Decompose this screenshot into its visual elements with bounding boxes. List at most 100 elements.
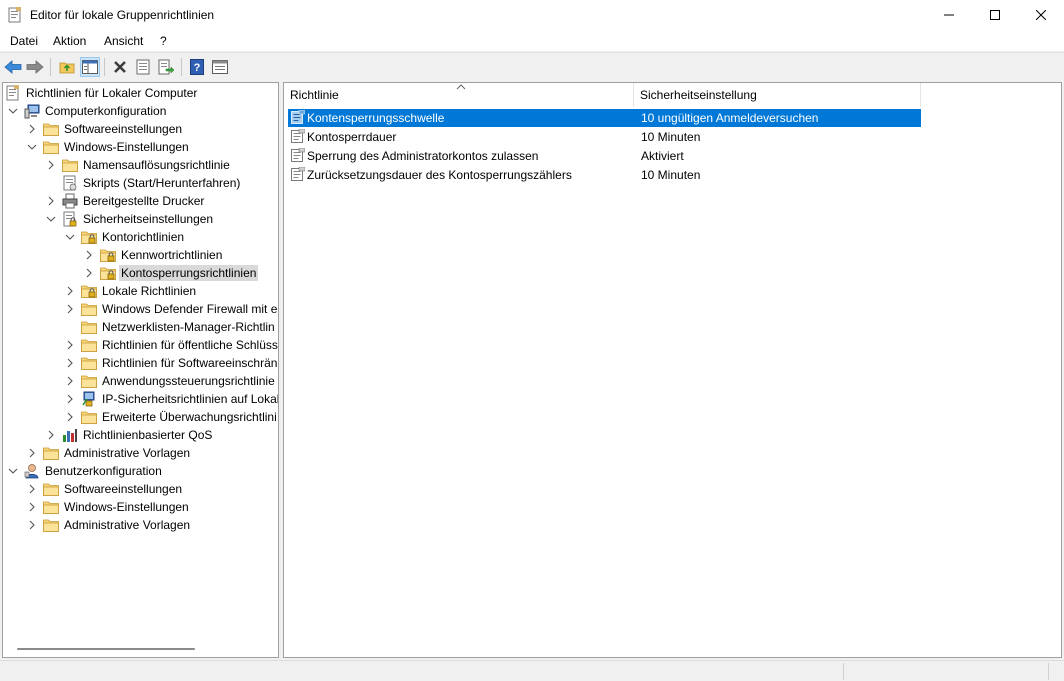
tree-item[interactable]: Windows-Einstellungen <box>26 498 191 516</box>
policy-setting-icon <box>291 166 306 181</box>
toolbar: ? <box>0 52 1064 80</box>
back-button[interactable] <box>3 57 23 77</box>
column-header-sicherheitseinstellung[interactable]: Sicherheitseinstellung <box>634 83 921 107</box>
folder-icon <box>62 157 78 173</box>
export-button[interactable] <box>156 57 176 77</box>
chevron-right-icon[interactable] <box>64 372 76 390</box>
policy-list-pane[interactable]: Richtlinie Sicherheitseinstellung Konten… <box>283 82 1062 658</box>
policy-name: Kontensperrungsschwelle <box>307 111 445 125</box>
policy-row[interactable]: Kontosperrdauer 10 Minuten <box>288 128 921 146</box>
tree-item[interactable]: Kontosperrungsrichtlinien <box>83 264 259 282</box>
tree-item[interactable]: Richtlinien für Lokaler Computer <box>5 84 199 102</box>
properties-button[interactable] <box>133 57 153 77</box>
menu-datei[interactable]: Datei <box>10 34 38 48</box>
menu-aktion[interactable]: Aktion <box>53 34 86 48</box>
help-icon: ? <box>190 59 204 75</box>
tree-item[interactable]: Richtlinienbasierter QoS <box>45 426 214 444</box>
chevron-right-icon[interactable] <box>64 300 76 318</box>
chevron-down-icon[interactable] <box>26 138 38 156</box>
tree-item[interactable]: Administrative Vorlagen <box>26 444 192 462</box>
tree-item[interactable]: Netzwerklisten-Manager-Richtlin <box>64 318 277 336</box>
chevron-down-icon[interactable] <box>7 102 19 120</box>
tree-item[interactable]: Richtlinien für Softwareeinschrän <box>64 354 278 372</box>
chevron-right-icon[interactable] <box>26 516 38 534</box>
tree-horizontal-scrollbar[interactable] <box>17 648 195 650</box>
chevron-right-icon[interactable] <box>64 282 76 300</box>
delete-button[interactable] <box>110 57 130 77</box>
policy-row[interactable]: Sperrung des Administratorkontos zulasse… <box>288 147 921 165</box>
policy-row[interactable]: Kontensperrungsschwelle 10 ungültigen Anm… <box>288 109 921 127</box>
tree-item[interactable]: Windows Defender Firewall mit er <box>64 300 278 318</box>
chevron-right-icon[interactable] <box>45 156 57 174</box>
chevron-right-icon[interactable] <box>45 192 57 210</box>
chevron-down-icon[interactable] <box>64 228 76 246</box>
tree-item[interactable]: Softwareeinstellungen <box>26 480 184 498</box>
tree-item[interactable]: Windows-Einstellungen <box>26 138 191 156</box>
up-folder-button[interactable] <box>57 57 77 77</box>
chevron-right-icon[interactable] <box>26 444 38 462</box>
folder-icon <box>81 319 97 335</box>
tree-item[interactable]: Computerkonfiguration <box>7 102 168 120</box>
gpedit-app-icon <box>8 7 22 23</box>
folder-icon <box>81 355 97 371</box>
tree-item[interactable]: Erweiterte Überwachungsrichtlini <box>64 408 278 426</box>
console-view-button[interactable] <box>210 57 230 77</box>
chevron-right-icon[interactable] <box>83 246 95 264</box>
tree-item[interactable]: Kontorichtlinien <box>64 228 186 246</box>
tree-item[interactable]: Richtlinien für öffentliche Schlüss <box>64 336 278 354</box>
tree-item[interactable]: Anwendungssteuerungsrichtlinie <box>64 372 277 390</box>
tree-item[interactable]: Administrative Vorlagen <box>26 516 192 534</box>
chevron-right-icon[interactable] <box>26 480 38 498</box>
chevron-right-icon[interactable] <box>64 408 76 426</box>
printer-icon <box>62 193 78 209</box>
show-hide-tree-icon <box>82 60 98 74</box>
chevron-right-icon[interactable] <box>64 336 76 354</box>
tree-item[interactable]: Namensauflösungsrichtlinie <box>45 156 232 174</box>
tree-item-label: Computerkonfiguration <box>45 104 167 118</box>
tree-item[interactable]: Lokale Richtlinien <box>64 282 198 300</box>
chevron-right-icon[interactable] <box>64 354 76 372</box>
tree-item[interactable]: Softwareeinstellungen <box>26 120 184 138</box>
folder-icon <box>81 301 97 317</box>
close-icon <box>1036 10 1046 20</box>
folder-icon <box>43 517 59 533</box>
chevron-down-icon[interactable] <box>7 462 19 480</box>
tree-item-label: Windows-Einstellungen <box>64 140 189 154</box>
tree-item[interactable]: Sicherheitseinstellungen <box>45 210 215 228</box>
menu-ansicht[interactable]: Ansicht <box>104 34 143 48</box>
tree-item[interactable]: Kennwortrichtlinien <box>83 246 224 264</box>
tree-pane[interactable]: Richtlinien für Lokaler Computer Computer… <box>2 82 279 658</box>
folder-icon <box>43 499 59 515</box>
folder-icon <box>43 139 59 155</box>
maximize-button[interactable] <box>972 0 1018 30</box>
close-button[interactable] <box>1018 0 1064 30</box>
show-hide-tree-button[interactable] <box>80 57 100 77</box>
chevron-right-icon[interactable] <box>26 498 38 516</box>
export-icon <box>158 59 174 75</box>
chevron-down-icon[interactable] <box>45 210 57 228</box>
minimize-icon <box>944 14 954 16</box>
tree-item[interactable]: Benutzerkonfiguration <box>7 462 164 480</box>
forward-button[interactable] <box>25 57 45 77</box>
tree-item-label: Windows-Einstellungen <box>64 500 189 514</box>
forward-icon <box>26 60 44 74</box>
policy-row[interactable]: Zurücksetzungsdauer des Kontosperrungszä… <box>288 166 921 184</box>
tree-item[interactable]: Skripts (Start/Herunterfahren) <box>45 174 242 192</box>
help-button[interactable]: ? <box>187 57 207 77</box>
tree-item-label: Richtlinien für öffentliche Schlüss <box>102 338 278 352</box>
tree-item-label: Kennwortrichtlinien <box>121 248 223 262</box>
back-icon <box>4 60 22 74</box>
tree-item-label: Sicherheitseinstellungen <box>83 212 214 226</box>
minimize-button[interactable] <box>926 0 972 30</box>
tree-item[interactable]: IP-Sicherheitsrichtlinien auf Lokal <box>64 390 278 408</box>
chevron-right-icon[interactable] <box>83 264 95 282</box>
qos-chart-icon <box>62 427 78 443</box>
user-icon <box>24 463 40 479</box>
chevron-right-icon[interactable] <box>26 120 38 138</box>
folder-icon <box>81 409 97 425</box>
chevron-right-icon[interactable] <box>64 390 76 408</box>
tree-item[interactable]: Bereitgestellte Drucker <box>45 192 206 210</box>
menu-help[interactable]: ? <box>160 34 167 48</box>
chevron-right-icon[interactable] <box>45 426 57 444</box>
locked-folder-icon <box>81 229 97 245</box>
